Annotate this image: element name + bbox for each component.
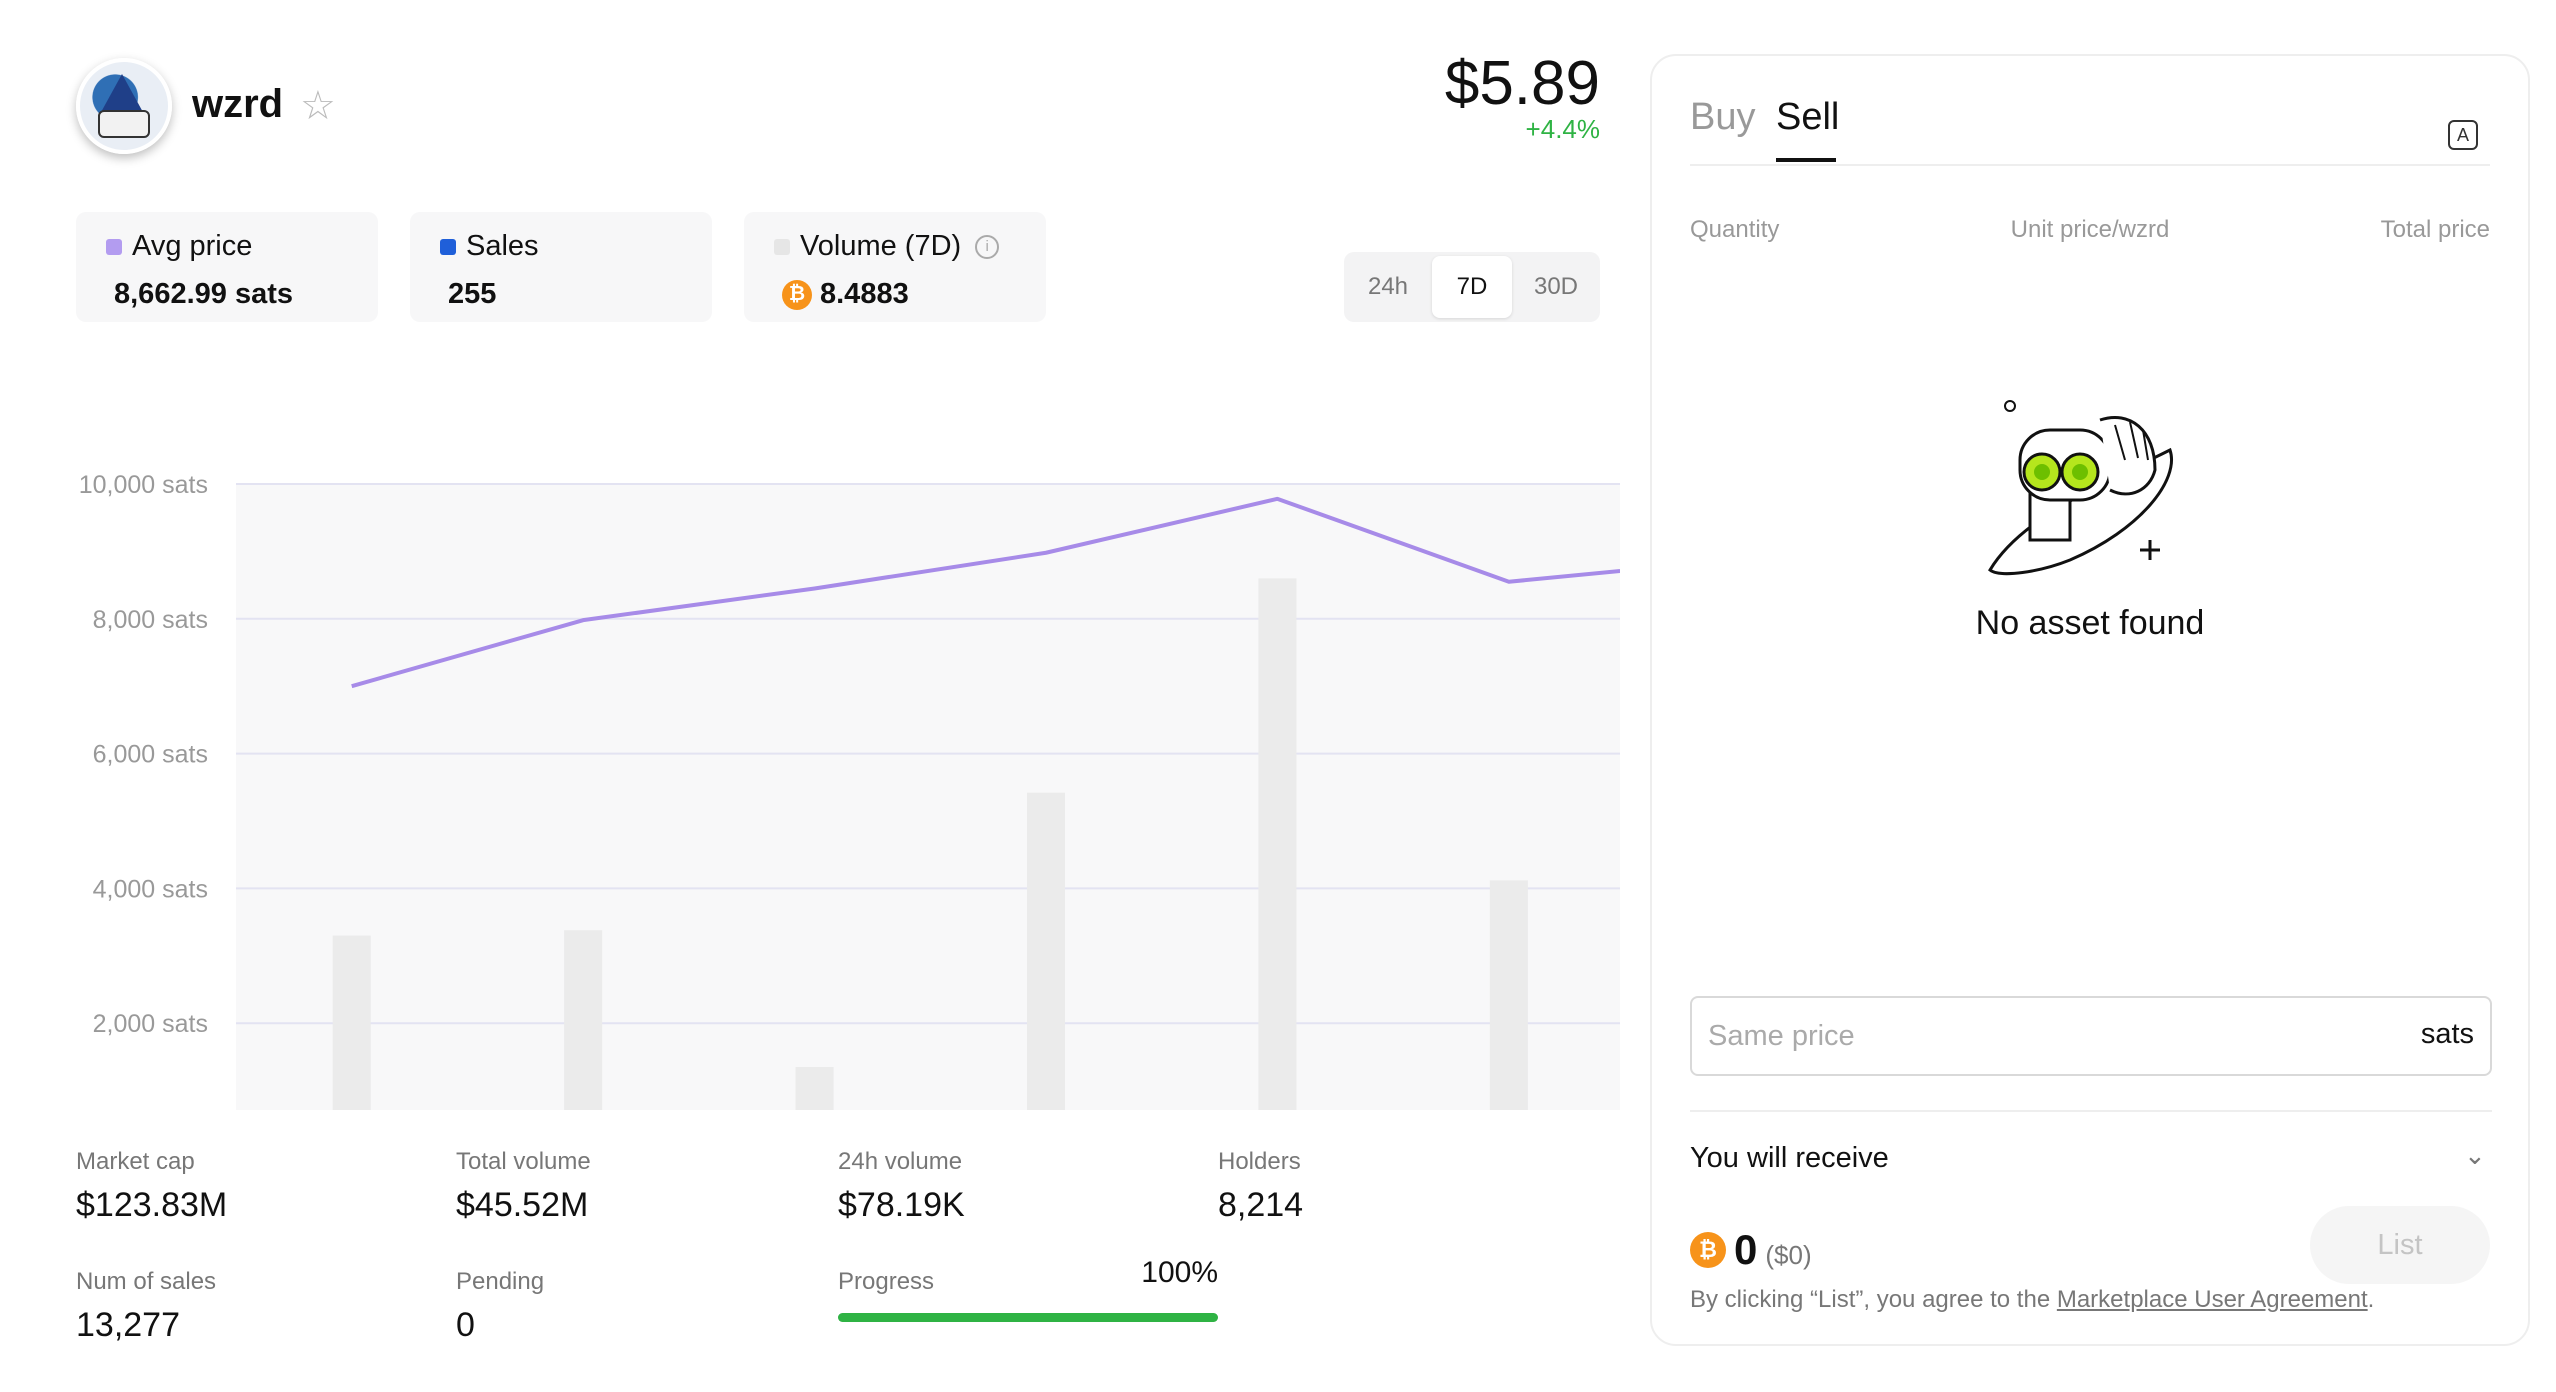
star-outline-icon[interactable]: ☆ (300, 86, 336, 126)
tab-buy[interactable]: Buy (1690, 96, 1755, 139)
price-input[interactable] (1708, 1012, 2388, 1060)
y-tick-label: 4,000 sats (93, 875, 208, 903)
agreement-link[interactable]: Marketplace User Agreement (2057, 1286, 2368, 1313)
receive-usd-value: ($0) (1765, 1240, 1812, 1270)
list-button[interactable]: List (2310, 1206, 2490, 1284)
agreement-prefix: By clicking “List”, you agree to the (1690, 1286, 2057, 1313)
price-volume-chart: 0 sats2,000 sats4,000 sats6,000 sats8,00… (60, 370, 1952, 1326)
chevron-down-icon[interactable]: ⌄ (2464, 1140, 2486, 1171)
stat-value: 8,662.99 sats (114, 278, 293, 310)
bitcoin-icon: ₿ (782, 279, 812, 310)
receive-label: You will receive (1690, 1142, 1889, 1174)
stat-value: 255 (448, 278, 497, 310)
bitcoin-icon: ₿ (1690, 1232, 1726, 1268)
agreement-text: By clicking “List”, you agree to the Mar… (1690, 1286, 2374, 1314)
progress-label: Progress (838, 1268, 935, 1295)
holders-value: 8,214 (1218, 1186, 1304, 1224)
time-range-toggle: 24h 7D 30D (1344, 252, 1600, 322)
stat-label: Sales (466, 230, 539, 262)
token-price: $5.89 (1444, 49, 1600, 118)
binoculars-icon (1980, 390, 2200, 595)
volume-bar (1027, 792, 1065, 1158)
price-change: +4.4% (1525, 114, 1600, 144)
range-7d[interactable]: 7D (1432, 256, 1512, 318)
market-cap-value: $123.83M (76, 1186, 228, 1224)
volume-bar (1258, 578, 1297, 1158)
y-tick-label: 10,000 sats (79, 471, 208, 499)
range-30d[interactable]: 30D (1516, 256, 1596, 318)
receive-amount-value: 0 (1734, 1226, 1758, 1273)
volume-24h-label: 24h volume (838, 1148, 963, 1175)
y-tick-label: 2,000 sats (93, 1010, 208, 1038)
volume-bar (564, 930, 603, 1158)
legend-volume-swatch (774, 238, 790, 255)
empty-state-text: No asset found (1975, 604, 2205, 642)
swap-units-icon[interactable]: A (2448, 120, 2478, 150)
stat-label: Avg price (132, 230, 253, 262)
token-avatar (76, 58, 172, 154)
plot-background (236, 484, 1856, 1158)
legend-avg-price-swatch (106, 238, 122, 255)
avatar-art (98, 110, 150, 138)
num-sales-label: Num of sales (76, 1268, 217, 1295)
receive-divider (1690, 1110, 2492, 1112)
volume-bar (795, 1067, 834, 1158)
volume-24h-value: $78.19K (838, 1186, 965, 1224)
range-24h[interactable]: 24h (1348, 256, 1428, 318)
y-tick-label: 8,000 sats (93, 606, 208, 634)
agreement-suffix: . (2367, 1286, 2375, 1313)
legend-sales-swatch (440, 238, 456, 255)
total-volume-label: Total volume (456, 1148, 591, 1175)
col-unit-price: Unit price/wzrd (2010, 216, 2170, 243)
progress-bar (838, 1313, 1218, 1322)
info-icon[interactable]: i (975, 234, 1000, 259)
stat-card-sales: Sales 255 (410, 212, 712, 322)
price-unit: sats (2420, 1018, 2474, 1050)
stat-label: Volume (7D) (800, 230, 962, 262)
volume-bar (1489, 880, 1528, 1158)
total-volume-value: $45.52M (456, 1186, 589, 1224)
token-name: wzrd (192, 82, 284, 126)
receive-amount: ₿ 0 ($0) (1690, 1226, 1812, 1274)
wizard-hat-icon (100, 74, 144, 114)
col-total-price: Total price (2380, 216, 2490, 243)
progress-fill (838, 1313, 1218, 1322)
progress-value: 100% (1141, 1256, 1218, 1289)
pending-label: Pending (456, 1268, 545, 1295)
volume-bar (332, 935, 371, 1158)
tabs-divider (1690, 164, 2490, 166)
y-tick-label: 6,000 sats (93, 741, 208, 769)
stat-value: 8.4883 (820, 278, 909, 310)
pending-value: 0 (456, 1306, 475, 1344)
stat-card-avg-price: Avg price 8,662.99 sats (76, 212, 378, 322)
tab-sell[interactable]: Sell (1776, 96, 1839, 139)
active-tab-indicator (1776, 158, 1836, 162)
stat-card-volume: Volume (7D) i ₿ 8.4883 (744, 212, 1046, 322)
col-quantity: Quantity (1690, 216, 1780, 243)
chart-svg: 0 sats2,000 sats4,000 sats6,000 sats8,00… (79, 471, 1952, 1326)
price-input-field[interactable]: sats (1690, 996, 2492, 1076)
num-sales-value: 13,277 (76, 1306, 180, 1344)
market-cap-label: Market cap (76, 1148, 195, 1175)
holders-label: Holders (1218, 1148, 1301, 1175)
